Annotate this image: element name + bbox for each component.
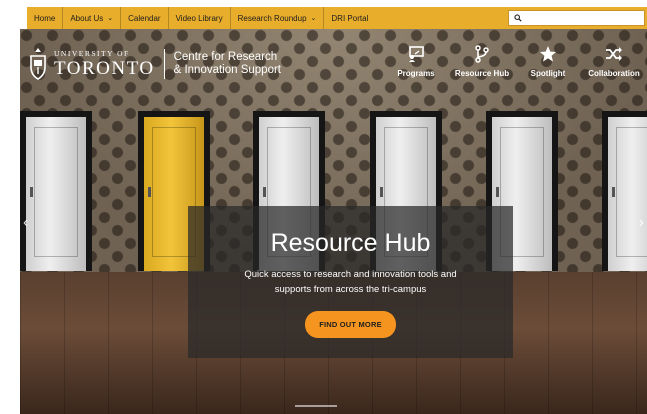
chevron-left-icon[interactable]: ‹ xyxy=(23,214,28,232)
site-logo[interactable]: UNIVERSITY OF TORONTO Centre for Researc… xyxy=(28,47,281,81)
quicklink-programs[interactable]: Programs xyxy=(383,45,449,78)
hero-title: Resource Hub xyxy=(270,229,431,257)
nav-home-label: Home xyxy=(34,13,56,23)
chevron-down-icon: ⌄ xyxy=(107,15,114,22)
quicklink-programs-label: Programs xyxy=(397,69,435,78)
university-line1: UNIVERSITY OF xyxy=(54,49,130,59)
quicklink-resource-hub[interactable]: Resource Hub xyxy=(449,45,515,78)
chevron-right-icon[interactable]: › xyxy=(639,214,644,232)
nav-video-library-label: Video Library xyxy=(175,13,223,23)
shuffle-icon xyxy=(606,47,622,61)
star-icon xyxy=(540,46,556,62)
centre-name-line2: & Innovation Support xyxy=(173,64,282,76)
chevron-down-icon: ⌄ xyxy=(310,15,317,22)
quicklink-collaboration[interactable]: Collaboration xyxy=(581,45,647,78)
quicklink-spotlight-label: Spotlight xyxy=(530,69,566,78)
nav-about-us-label: About Us xyxy=(70,13,104,23)
hero-banner: UNIVERSITY OF TORONTO Centre for Researc… xyxy=(20,29,647,414)
nav-research-roundup[interactable]: Research Roundup ⌄ xyxy=(231,7,325,29)
nav-dri-portal-label: DRI Portal xyxy=(331,13,369,23)
centre-name-line1: Centre for Research xyxy=(173,51,278,63)
nav-calendar-label: Calendar xyxy=(128,13,161,23)
slider-indicator[interactable] xyxy=(295,405,337,407)
hero-door-image xyxy=(20,111,92,271)
nav-home[interactable]: Home xyxy=(27,7,64,29)
search-box[interactable] xyxy=(508,10,645,26)
nav-about-us[interactable]: About Us ⌄ xyxy=(63,7,122,29)
search-input[interactable] xyxy=(526,12,644,24)
university-line2: TORONTO xyxy=(54,57,155,79)
nav-dri-portal[interactable]: DRI Portal xyxy=(324,7,375,29)
nav-research-roundup-label: Research Roundup xyxy=(237,13,307,23)
quicklink-resource-hub-label: Resource Hub xyxy=(454,69,510,78)
hero-description: Quick access to research and innovation … xyxy=(244,269,457,295)
top-nav-bar: Home About Us ⌄ Calendar Video Library Re… xyxy=(27,7,647,29)
hero-door-image xyxy=(602,111,647,271)
nav-calendar[interactable]: Calendar xyxy=(121,7,169,29)
university-crest-icon xyxy=(30,48,46,80)
quicklink-collaboration-label: Collaboration xyxy=(588,69,640,78)
quicklink-spotlight[interactable]: Spotlight xyxy=(515,45,581,78)
presentation-icon xyxy=(409,46,424,62)
find-out-more-button[interactable]: FIND OUT MORE xyxy=(305,311,396,338)
logo-divider xyxy=(163,49,165,79)
branch-icon xyxy=(475,45,489,63)
nav-video-library[interactable]: Video Library xyxy=(169,7,231,29)
quick-links: Programs Resource Hub Spotlight Collabor… xyxy=(383,45,647,78)
search-icon xyxy=(514,14,522,22)
hero-slide-card: Resource Hub Quick access to research an… xyxy=(188,206,513,358)
